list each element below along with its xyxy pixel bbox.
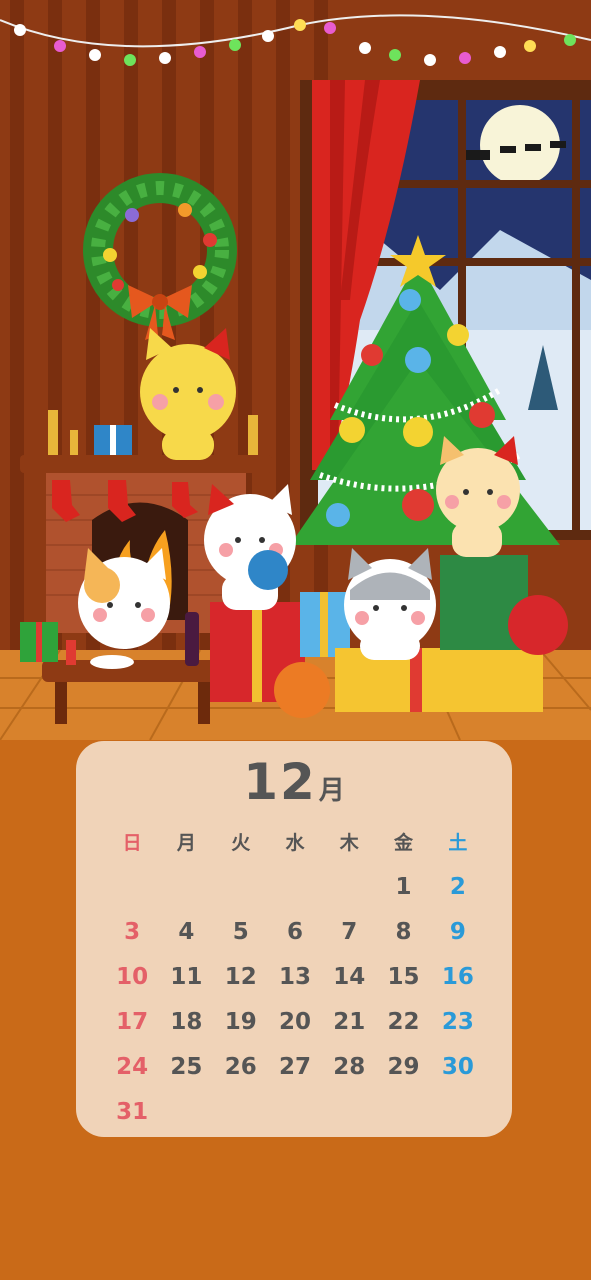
month-title: 12月 <box>76 753 512 811</box>
week-row: 3 4 5 6 7 8 9 <box>105 909 485 954</box>
day-cell: 23 <box>441 1008 474 1035</box>
month-unit: 月 <box>318 776 345 806</box>
weekday-thu: 木 <box>339 832 359 854</box>
month-number: 12 <box>243 753 317 811</box>
day-cell: 4 <box>178 918 195 945</box>
day-cell: 27 <box>278 1053 311 1080</box>
week-row: 24 25 26 27 28 29 30 <box>105 1044 485 1089</box>
day-cell: 30 <box>441 1053 474 1080</box>
weekday-header-row: 日 月 火 水 木 金 土 <box>105 819 485 864</box>
day-cell: 2 <box>449 873 466 900</box>
day-cell: 16 <box>441 963 474 990</box>
day-cell: 24 <box>116 1053 149 1080</box>
day-cell: 18 <box>170 1008 203 1035</box>
day-cell: 14 <box>333 963 366 990</box>
week-row: 10 11 12 13 14 15 16 <box>105 954 485 999</box>
day-cell: 6 <box>286 918 303 945</box>
weekday-sat: 土 <box>448 832 468 854</box>
day-cell: 7 <box>341 918 358 945</box>
day-cell: 31 <box>116 1098 149 1125</box>
weekday-sun: 日 <box>122 832 142 854</box>
weekday-tue: 火 <box>231 832 251 854</box>
day-cell: 28 <box>333 1053 366 1080</box>
week-row: 17 18 19 20 21 22 23 <box>105 999 485 1044</box>
day-cell: 10 <box>116 963 149 990</box>
day-cell: 9 <box>449 918 466 945</box>
calendar-card: 12月 日 月 火 水 木 金 土 1 2 3 4 5 6 7 8 9 10 1… <box>76 741 512 1137</box>
day-cell: 11 <box>170 963 203 990</box>
christmas-illustration <box>0 0 591 740</box>
week-row: 1 2 <box>105 864 485 909</box>
day-cell: 13 <box>278 963 311 990</box>
day-cell: 3 <box>124 918 141 945</box>
day-cell: 1 <box>395 873 412 900</box>
day-cell: 29 <box>387 1053 420 1080</box>
week-row: 31 <box>105 1089 485 1134</box>
day-cell: 8 <box>395 918 412 945</box>
weekday-mon: 月 <box>176 832 196 854</box>
wallpaper: 12月 日 月 火 水 木 金 土 1 2 3 4 5 6 7 8 9 10 1… <box>0 0 591 1280</box>
day-cell: 19 <box>224 1008 257 1035</box>
day-cell: 5 <box>232 918 249 945</box>
day-cell: 12 <box>224 963 257 990</box>
day-cell: 20 <box>278 1008 311 1035</box>
calendar-grid: 日 月 火 水 木 金 土 1 2 3 4 5 6 7 8 9 10 11 12… <box>105 819 485 1134</box>
day-cell: 26 <box>224 1053 257 1080</box>
day-cell: 17 <box>116 1008 149 1035</box>
calico-cat <box>78 548 170 649</box>
day-cell: 15 <box>387 963 420 990</box>
moon <box>480 105 560 185</box>
weekday-fri: 金 <box>394 832 414 854</box>
day-cell: 25 <box>170 1053 203 1080</box>
weekday-wed: 水 <box>285 832 305 854</box>
day-cell: 22 <box>387 1008 420 1035</box>
day-cell: 21 <box>333 1008 366 1035</box>
